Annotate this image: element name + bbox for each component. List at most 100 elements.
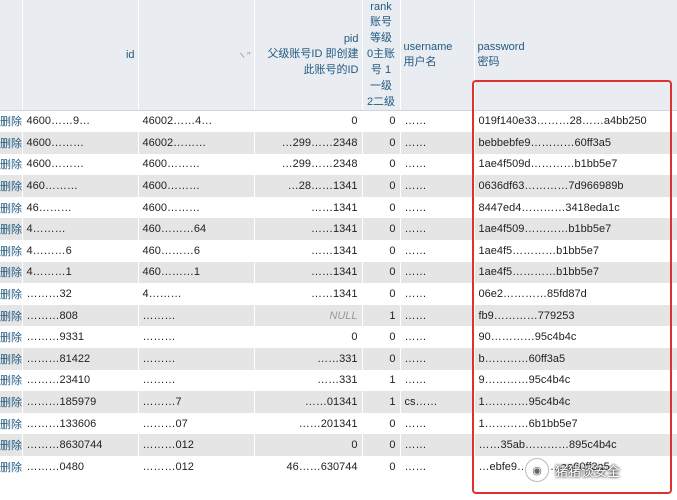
cell-pid: …299……2348: [254, 153, 363, 176]
delete-link[interactable]: 删除: [0, 304, 23, 327]
cell-rank: 1: [362, 369, 401, 392]
cell-rank: 0: [362, 153, 401, 176]
delete-link[interactable]: 删除: [0, 175, 23, 197]
cell-rank: 0: [362, 110, 401, 133]
cell-id: 4600……9…: [22, 110, 139, 133]
cell-id: ………0480: [22, 456, 139, 478]
cell-rank: 1: [362, 304, 401, 327]
cell-password: 06e2…………85fd87d: [474, 283, 677, 305]
cell-col3: 460………6: [138, 240, 255, 262]
cell-rank: 0: [362, 196, 401, 219]
cell-pid: 0: [254, 326, 363, 349]
cell-username: ……: [400, 456, 475, 478]
cell-username: ……: [400, 283, 475, 305]
cell-id: ………185979: [22, 391, 139, 413]
cell-username: ……: [400, 304, 475, 327]
cell-pid: ……331: [254, 348, 363, 370]
cell-rank: 0: [362, 348, 401, 370]
delete-link[interactable]: 删除: [0, 153, 23, 176]
cell-col3: ………07: [138, 412, 255, 435]
delete-link[interactable]: 删除: [0, 412, 23, 435]
cell-col3: ………: [138, 348, 255, 370]
column-header-col3[interactable]: ヽ″: [138, 0, 255, 111]
delete-link[interactable]: 删除: [0, 369, 23, 392]
table-body: 删除 4600……9… 46002……4… 0 0…… 019f140e33………28………: [0, 110, 677, 478]
delete-link[interactable]: 删除: [0, 261, 23, 284]
results-table: id ヽ″ pid 父级账号ID 即创建此账号的ID rank 账号等级 0主账号 …: [0, 0, 677, 478]
cell-id: ………32: [22, 283, 139, 305]
delete-link[interactable]: 删除: [0, 132, 23, 154]
table-row: 删除 ………8630744 ………012 0 0…… ……35ab…………895c4b4c: [0, 434, 677, 456]
username-comment: 用户名: [403, 55, 437, 68]
column-header-rank[interactable]: rank 账号等级 0主账号 1一级 2二级: [362, 0, 401, 111]
cell-id: ………23410: [22, 369, 139, 392]
sort-icon: ヽ″: [236, 51, 251, 63]
delete-link[interactable]: 删除: [0, 240, 23, 262]
cell-id: 4………: [22, 218, 139, 241]
table-row: 删除 4600……9… 46002……4… 0 0…… 019f140e33………28………: [0, 110, 677, 133]
cell-col3: 4600………: [138, 153, 255, 176]
cell-pid: ……01341: [254, 391, 363, 413]
cell-username: ……: [400, 110, 475, 133]
column-header-password[interactable]: password 密码: [474, 0, 677, 111]
delete-link[interactable]: 删除: [0, 196, 23, 219]
delete-link[interactable]: 删除: [0, 456, 23, 478]
cell-col3: ………: [138, 326, 255, 349]
cell-pid: ……201341: [254, 412, 363, 435]
cell-username: ……: [400, 132, 475, 154]
table-row: 删除 ………808……… NULL 1…… fb9…………779253: [0, 304, 677, 327]
cell-pid: ……1341: [254, 261, 363, 284]
delete-link[interactable]: 删除: [0, 110, 23, 133]
delete-link[interactable]: 删除: [0, 391, 23, 413]
cell-rank: 0: [362, 132, 401, 154]
cell-username: ……: [400, 218, 475, 241]
cell-pid: NULL: [254, 304, 363, 327]
cell-password: 9…………95c4b4c: [474, 369, 677, 392]
cell-username: ……: [400, 153, 475, 176]
cell-col3: 4………: [138, 283, 255, 305]
cell-id: ………9331: [22, 326, 139, 349]
cell-id: 4600………: [22, 153, 139, 176]
cell-password: 1…………6b1bb5e7: [474, 412, 677, 435]
delete-link[interactable]: 删除: [0, 326, 23, 349]
cell-username: ……: [400, 326, 475, 349]
cell-id: 4600………: [22, 132, 139, 154]
cell-col3: ………012: [138, 434, 255, 456]
cell-username: ……: [400, 434, 475, 456]
column-header-id[interactable]: id: [22, 0, 139, 111]
cell-col3: ………: [138, 369, 255, 392]
delete-link[interactable]: 删除: [0, 218, 23, 241]
cell-password: 1…………95c4b4c: [474, 391, 677, 413]
cell-password: 90…………95c4b4c: [474, 326, 677, 349]
cell-id: ………133606: [22, 412, 139, 435]
table-row: 删除 4600……… 4600……… …299……2348 0…… 1ae4f509d………: [0, 153, 677, 176]
cell-col3: 460………64: [138, 218, 255, 241]
cell-col3: ………7: [138, 391, 255, 413]
cell-pid: ……1341: [254, 218, 363, 241]
cell-password: fb9…………779253: [474, 304, 677, 327]
cell-pid: 0: [254, 434, 363, 456]
cell-password: 1ae4f5…………b1bb5e7: [474, 240, 677, 262]
cell-pid: …28……1341: [254, 175, 363, 197]
cell-pid: 46……630744: [254, 456, 363, 478]
cell-password: b…………60ff3a5: [474, 348, 677, 370]
cell-pid: ……1341: [254, 196, 363, 219]
table-row: 删除 ………185979 ………7 ……01341 1 cs…… 1…………95c4b4c: [0, 391, 677, 413]
table-row: 删除 460……… 4600……… …28……1341 0…… 0636df63…………7…: [0, 175, 677, 197]
cell-rank: 0: [362, 240, 401, 262]
cell-pid: …299……2348: [254, 132, 363, 154]
cell-col3: 46002………: [138, 132, 255, 154]
cell-id: 4………6: [22, 240, 139, 262]
delete-link[interactable]: 删除: [0, 434, 23, 456]
table-row: 删除 46……… 4600……… ……1341 0…… 8447ed4…………3418ed…: [0, 196, 677, 219]
column-header-pid[interactable]: pid 父级账号ID 即创建此账号的ID: [254, 0, 363, 111]
cell-username: ……: [400, 412, 475, 435]
column-header-username[interactable]: username 用户名: [400, 0, 475, 111]
delete-link[interactable]: 删除: [0, 348, 23, 370]
delete-link[interactable]: 删除: [0, 283, 23, 305]
cell-password: 1ae4f509…………b1bb5e7: [474, 218, 677, 241]
rank-comment: 账号等级 0主账号 1一级 2二级: [366, 15, 396, 108]
cell-col3: 4600………: [138, 196, 255, 219]
cell-pid: 0: [254, 110, 363, 133]
table-row: 删除 4……… 460………64 ……1341 0…… 1ae4f509…………b1bb5…: [0, 218, 677, 241]
